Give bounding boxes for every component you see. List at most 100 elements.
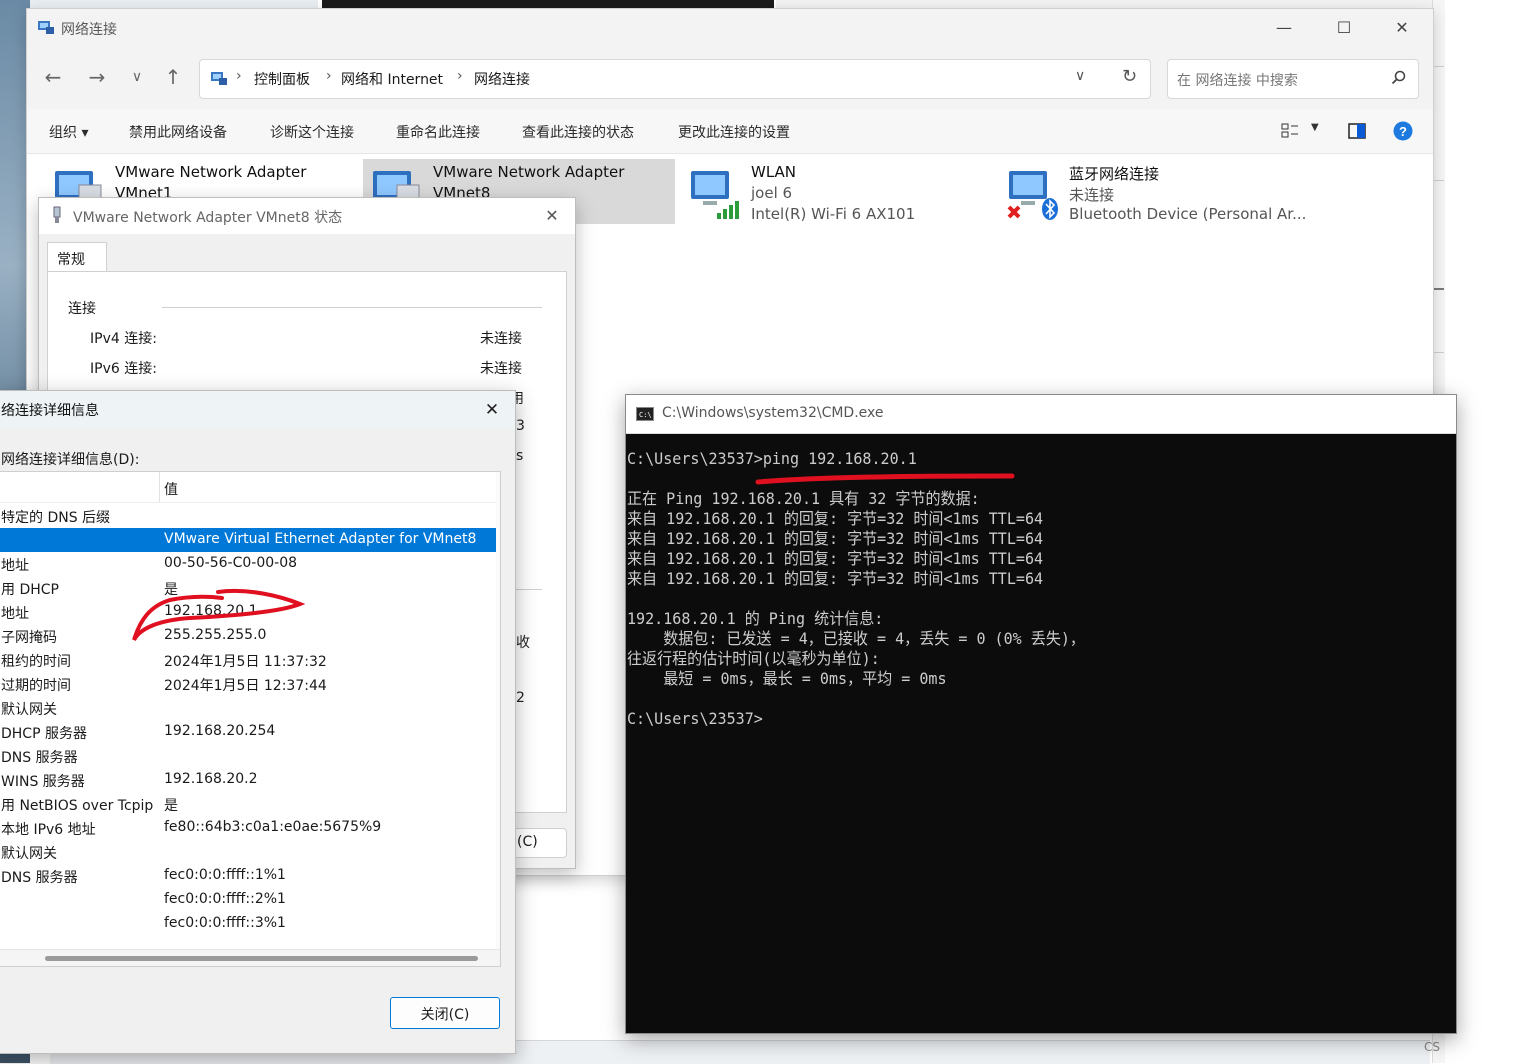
table-row[interactable]: DHCP 服务器 192.168.20.254 — [0, 720, 500, 744]
back-arrow-icon[interactable]: ← — [41, 65, 65, 89]
cmd-titlebar[interactable]: C:\ C:\Windows\system32\CMD.exe — [626, 395, 1456, 434]
breadcrumb-network-internet[interactable]: 网络和 Internet — [341, 69, 443, 89]
table-row[interactable]: WINS 服务器 192.168.20.2 — [0, 768, 500, 792]
column-divider[interactable] — [159, 472, 160, 502]
property-cell: DNS 服务器 — [1, 750, 78, 766]
hidden-text-fragment: s — [516, 448, 524, 464]
view-status-command[interactable]: 查看此连接的状态 — [522, 122, 634, 142]
column-header-value[interactable]: 值 — [164, 479, 178, 499]
adapter-bluetooth[interactable]: 蓝牙网络连接 未连接 Bluetooth Device (Personal Ar… — [999, 159, 1319, 224]
status-titlebar[interactable]: VMware Network Adapter VMnet8 状态 ✕ — [39, 198, 575, 234]
search-icon — [1391, 70, 1406, 85]
value-cell: 2024年1月5日 12:37:44 — [164, 678, 327, 694]
diagnose-command[interactable]: 诊断这个连接 — [270, 122, 354, 142]
details-titlebar[interactable]: 络连接详细信息 ✕ — [0, 391, 515, 429]
table-row[interactable]: 地址 00-50-56-C0-00-08 — [0, 552, 500, 576]
value-cell: 是 — [164, 582, 178, 598]
table-row[interactable]: 默认网关 — [0, 696, 500, 720]
table-row[interactable]: 本地 IPv6 地址 fe80::64b3:c0a1:e0ae:5675%9 — [0, 816, 500, 840]
rename-command[interactable]: 重命名此连接 — [396, 122, 480, 142]
search-placeholder: 在 网络连接 中搜索 — [1177, 73, 1298, 89]
value-cell: 255.255.255.0 — [164, 627, 267, 643]
search-box[interactable]: 在 网络连接 中搜索 — [1167, 59, 1419, 99]
adapter-wlan[interactable]: WLAN joel 6 Intel(R) Wi-Fi 6 AX101 — [681, 159, 981, 224]
table-row[interactable]: 用 DHCP 是 — [0, 576, 500, 600]
value-cell: VMware Virtual Ethernet Adapter for VMne… — [164, 531, 477, 547]
close-icon[interactable]: ✕ — [479, 398, 505, 422]
terminal-icon: C:\ — [636, 407, 654, 421]
table-row[interactable]: 过期的时间 2024年1月5日 12:37:44 — [0, 672, 500, 696]
adapter-subtitle: 未连接 — [1069, 186, 1115, 204]
table-row[interactable]: DNS 服务器 — [0, 744, 500, 768]
cmd-title: C:\Windows\system32\CMD.exe — [662, 405, 884, 421]
table-row[interactable]: fec0:0:0:ffff::2%1 — [0, 888, 500, 912]
group-divider — [512, 589, 542, 590]
forward-arrow-icon[interactable]: → — [85, 65, 109, 89]
cmd-window: C:\ C:\Windows\system32\CMD.exe C:\Users… — [625, 394, 1457, 1034]
status-close-button[interactable]: (C) — [513, 828, 567, 858]
close-icon[interactable]: ✕ — [539, 204, 565, 228]
terminal-line: 最短 = 0ms，最长 = 0ms，平均 = 0ms — [627, 669, 947, 688]
breadcrumb-separator: › — [326, 68, 332, 84]
table-row[interactable]: 默认网关 — [0, 840, 500, 864]
table-row[interactable]: VMware Virtual Ethernet Adapter for VMne… — [0, 528, 500, 552]
minimize-button[interactable]: — — [1269, 17, 1299, 39]
help-icon[interactable]: ? — [1393, 121, 1413, 141]
adapter-name: WLAN — [751, 163, 797, 181]
address-dropdown-icon[interactable]: ∨ — [1075, 68, 1085, 84]
status-title: VMware Network Adapter VMnet8 状态 — [73, 210, 343, 226]
table-row[interactable]: 特定的 DNS 后缀 — [0, 504, 500, 528]
terminal-line: 来自 192.168.20.1 的回复: 字节=32 时间<1ms TTL=64 — [627, 509, 1044, 528]
address-bar[interactable]: › 控制面板 › 网络和 Internet › 网络连接 ∨ ↻ — [199, 59, 1151, 99]
background-window-edge — [776, 0, 1432, 8]
table-row[interactable]: 用 NetBIOS over Tcpip 是 — [0, 792, 500, 816]
table-row[interactable]: 租约的时间 2024年1月5日 11:37:32 — [0, 648, 500, 672]
table-row[interactable]: 子网掩码 255.255.255.0 — [0, 624, 500, 648]
breadcrumb-control-panel[interactable]: 控制面板 — [254, 69, 310, 89]
recent-chevron-icon[interactable]: ∨ — [125, 65, 149, 89]
property-cell: DHCP 服务器 — [1, 726, 87, 742]
details-caption: 网络连接详细信息(D): — [1, 452, 140, 468]
list-edge — [496, 472, 500, 966]
ipv6-label: IPv6 连接: — [90, 361, 157, 377]
command-bar: 组织 ▾ 禁用此网络设备 诊断这个连接 重命名此连接 查看此连接的状态 更改此连… — [27, 109, 1433, 154]
explorer-titlebar[interactable]: 网络连接 — ☐ ✕ — [27, 9, 1433, 47]
window-title: 网络连接 — [61, 22, 117, 38]
view-options-icon[interactable] — [1281, 122, 1299, 140]
ipv4-label: IPv4 连接: — [90, 331, 157, 347]
scrollbar-thumb[interactable] — [45, 956, 478, 961]
horizontal-scrollbar[interactable] — [0, 949, 500, 966]
background-window-edge — [322, 0, 774, 8]
property-cell: 默认网关 — [1, 846, 57, 862]
value-cell: 2024年1月5日 11:37:32 — [164, 654, 327, 670]
terminal-line: 192.168.20.1 的 Ping 统计信息: — [627, 609, 884, 628]
property-cell: 租约的时间 — [1, 654, 71, 670]
up-arrow-icon[interactable]: ↑ — [161, 65, 185, 89]
table-row[interactable]: DNS 服务器 fec0:0:0:ffff::1%1 — [0, 864, 500, 888]
close-button[interactable]: ✕ — [1387, 17, 1417, 39]
refresh-icon[interactable]: ↻ — [1122, 66, 1137, 87]
table-row[interactable]: 地址 192.168.20.1 — [0, 600, 500, 624]
terminal-output[interactable]: C:\Users\23537>ping 192.168.20.1 正在 Ping … — [627, 449, 1085, 729]
details-list[interactable]: 值 特定的 DNS 后缀 VMware Virtual Ethernet Adap… — [0, 471, 501, 967]
disable-device-command[interactable]: 禁用此网络设备 — [129, 122, 227, 142]
organize-menu[interactable]: 组织 ▾ — [49, 122, 88, 142]
preview-pane-icon[interactable] — [1348, 122, 1366, 140]
breadcrumb-network-connections[interactable]: 网络连接 — [474, 69, 530, 89]
adapter-device: Bluetooth Device (Personal Ar... — [1069, 205, 1307, 223]
maximize-button[interactable]: ☐ — [1329, 17, 1359, 39]
network-folder-icon — [38, 21, 54, 34]
tab-general[interactable]: 常规 — [47, 242, 107, 273]
details-title: 络连接详细信息 — [1, 403, 99, 419]
details-close-button[interactable]: 关闭(C) — [390, 997, 500, 1029]
svg-text:C:\: C:\ — [639, 411, 652, 419]
terminal-line: 往返行程的估计时间(以毫秒为单位): — [627, 649, 880, 668]
change-settings-command[interactable]: 更改此连接的设置 — [678, 122, 790, 142]
table-row[interactable]: fec0:0:0:ffff::3%1 — [0, 912, 500, 936]
value-cell: 192.168.20.1 — [164, 603, 258, 619]
ipv4-value: 未连接 — [480, 331, 522, 347]
view-dropdown-icon[interactable]: ▼ — [1311, 122, 1319, 133]
value-cell: fec0:0:0:ffff::3%1 — [164, 915, 286, 931]
